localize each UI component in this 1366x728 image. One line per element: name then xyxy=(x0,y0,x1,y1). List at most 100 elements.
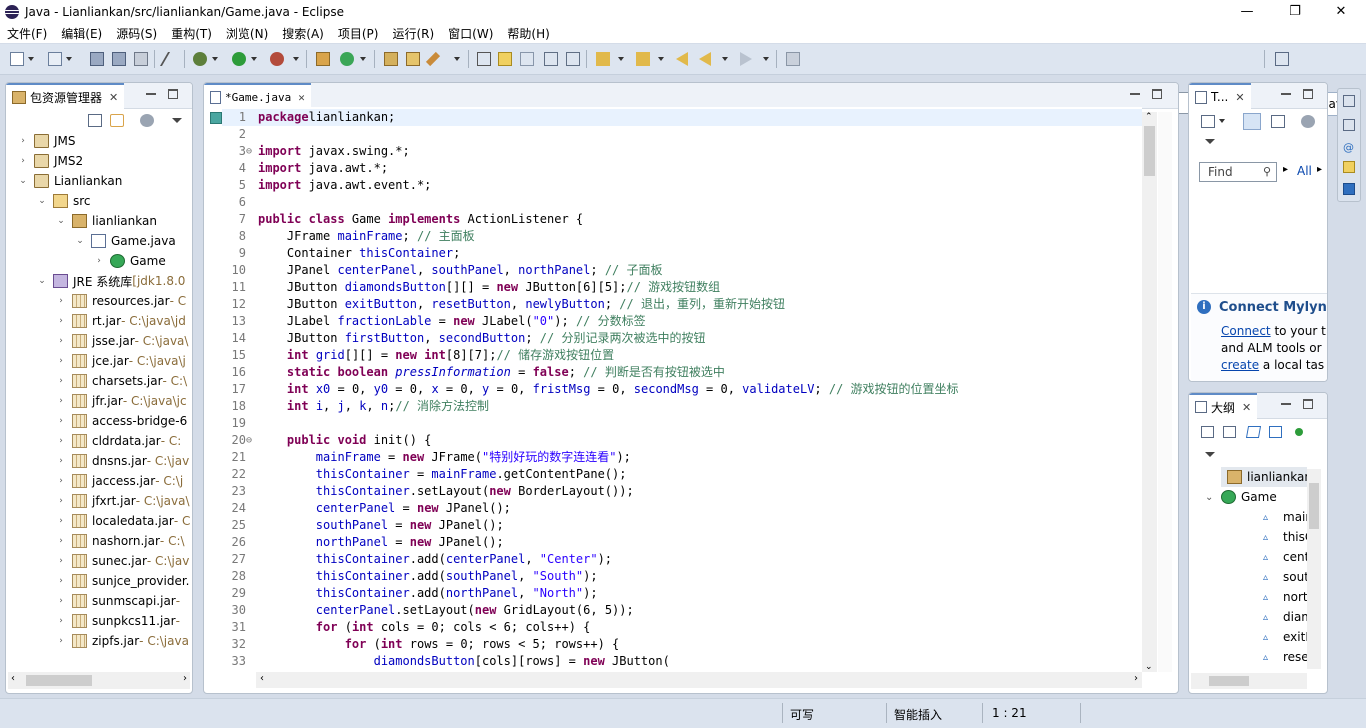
expand-arrow-icon[interactable]: › xyxy=(56,496,66,506)
create-link[interactable]: create xyxy=(1221,358,1259,372)
expand-arrow-icon[interactable]: › xyxy=(56,456,66,466)
expand-arrow-icon[interactable]: › xyxy=(56,616,66,626)
new-java-icon[interactable] xyxy=(48,52,62,66)
show-whitespace-icon[interactable] xyxy=(544,52,558,66)
tree-item[interactable]: ⌄ Game.java xyxy=(6,231,176,251)
expand-arrow-icon[interactable]: › xyxy=(18,136,28,146)
expand-arrow-icon[interactable]: ⌄ xyxy=(1205,492,1217,503)
skip-breakpoints-icon[interactable] xyxy=(159,52,183,66)
editor-vscrollbar[interactable]: ⌃ ⌄ xyxy=(1142,112,1157,672)
maximize-icon[interactable] xyxy=(1152,89,1162,99)
tree-item[interactable]: › sunmscapi.jar - xyxy=(6,591,180,611)
menu-project[interactable]: 项目(P) xyxy=(331,25,386,42)
explorer-hscrollbar[interactable]: ‹ › xyxy=(8,672,190,689)
expand-arrow-icon[interactable]: › xyxy=(56,336,66,346)
minimize-icon[interactable] xyxy=(146,93,156,95)
expand-arrow-icon[interactable]: ⌄ xyxy=(37,276,47,286)
console-icon[interactable] xyxy=(1343,183,1355,195)
expand-arrow-icon[interactable]: › xyxy=(56,296,66,306)
view-menu-icon[interactable] xyxy=(172,118,182,123)
tree-item[interactable]: ⌄ lianliankan xyxy=(6,211,157,231)
expand-arrow-icon[interactable]: › xyxy=(56,436,66,446)
expand-arrow-icon[interactable]: › xyxy=(94,256,104,266)
tree-item[interactable]: › Game xyxy=(6,251,166,271)
next-edit-icon[interactable] xyxy=(596,52,610,66)
menu-navigate[interactable]: 浏览(N) xyxy=(219,25,275,42)
close-icon[interactable]: ✕ xyxy=(298,91,305,104)
tree-item[interactable]: › sunec.jar - C:\jav xyxy=(6,551,189,571)
outline-item[interactable]: ▵ main xyxy=(1189,507,1307,527)
tree-item[interactable]: › sunpkcs11.jar - xyxy=(6,611,180,631)
collapse-all-icon[interactable] xyxy=(1201,426,1214,438)
tree-item[interactable]: › rt.jar - C:\java\jd xyxy=(6,311,186,331)
tab-outline[interactable]: 大纲 ✕ xyxy=(1189,393,1258,419)
expand-arrow-icon[interactable]: › xyxy=(18,156,28,166)
expand-arrow-icon[interactable]: › xyxy=(56,516,66,526)
forward-icon[interactable] xyxy=(740,52,752,66)
tree-item[interactable]: › charsets.jar - C:\ xyxy=(6,371,187,391)
expand-arrow-icon[interactable]: ⌄ xyxy=(75,236,85,246)
mark-occurrences-icon[interactable] xyxy=(498,52,512,66)
outline-item[interactable]: ▵ diam xyxy=(1189,607,1307,627)
tree-item[interactable]: › jce.jar - C:\java\j xyxy=(6,351,186,371)
last-edit-icon[interactable] xyxy=(676,52,688,66)
paragraph-icon[interactable] xyxy=(566,52,580,66)
restore-button[interactable]: ❐ xyxy=(1272,0,1318,23)
tab-game-java[interactable]: *Game.java ✕ xyxy=(204,83,311,109)
javadoc-icon[interactable] xyxy=(1343,119,1355,131)
expand-arrow-icon[interactable]: › xyxy=(56,536,66,546)
tree-item[interactable]: › jfxrt.jar - C:\java\ xyxy=(6,491,190,511)
scroll-thumb[interactable] xyxy=(1209,676,1249,686)
expand-arrow-icon[interactable]: › xyxy=(56,376,66,386)
menu-help[interactable]: 帮助(H) xyxy=(500,25,556,42)
tree-item[interactable]: › nashorn.jar - C:\ xyxy=(6,531,185,551)
new-package-icon[interactable] xyxy=(316,52,330,66)
outline-item[interactable]: ▵ reset xyxy=(1189,647,1307,667)
find-input[interactable]: Find ⚲ xyxy=(1199,162,1277,182)
maximize-icon[interactable] xyxy=(1303,399,1313,409)
tree-item[interactable]: › cldrdata.jar - C: xyxy=(6,431,181,451)
open-task-icon[interactable] xyxy=(406,52,420,66)
outline-item[interactable]: ▵ thisC xyxy=(1189,527,1307,547)
tree-item[interactable]: › zipfs.jar - C:\java xyxy=(6,631,189,651)
expand-arrow-icon[interactable]: ⌄ xyxy=(18,176,28,186)
print-icon[interactable] xyxy=(134,52,148,66)
expand-arrow-icon[interactable]: › xyxy=(56,636,66,646)
all-filter-link[interactable]: All xyxy=(1297,164,1312,178)
hide-fields-icon[interactable] xyxy=(1245,426,1262,438)
back-icon[interactable] xyxy=(699,52,711,66)
minimize-icon[interactable] xyxy=(1130,93,1140,95)
tab-package-explorer[interactable]: 包资源管理器 ✕ xyxy=(6,83,125,109)
menu-edit[interactable]: 编辑(E) xyxy=(54,25,109,42)
expand-arrow-icon[interactable]: › xyxy=(56,576,66,586)
outline-item[interactable]: ▵ exitB xyxy=(1189,627,1307,647)
maximize-icon[interactable] xyxy=(1303,89,1313,99)
expand-arrow-icon[interactable]: › xyxy=(56,396,66,406)
editor-hscrollbar[interactable]: ‹ › xyxy=(256,672,1142,688)
open-perspective-icon[interactable] xyxy=(1275,52,1289,66)
close-icon[interactable]: ✕ xyxy=(109,91,118,104)
expand-arrow-icon[interactable]: › xyxy=(56,316,66,326)
menu-source[interactable]: 源码(S) xyxy=(109,25,164,42)
tree-item[interactable]: › resources.jar - C xyxy=(6,291,186,311)
outline-item[interactable]: ▵ north xyxy=(1189,587,1307,607)
expand-arrow-icon[interactable]: › xyxy=(56,416,66,426)
hide-static-icon[interactable] xyxy=(1269,426,1282,438)
save-all-icon[interactable] xyxy=(112,52,126,66)
close-icon[interactable]: ✕ xyxy=(1235,91,1244,104)
save-icon[interactable] xyxy=(90,52,104,66)
view-menu-icon[interactable] xyxy=(1205,139,1215,144)
expand-arrow-icon[interactable]: › xyxy=(56,596,66,606)
close-button[interactable]: ✕ xyxy=(1318,0,1364,23)
run-icon[interactable] xyxy=(232,52,246,66)
outline-hscrollbar[interactable] xyxy=(1191,673,1307,689)
tree-item[interactable]: ⌄ Lianliankan xyxy=(6,171,122,191)
fold-icon[interactable]: ⊖ xyxy=(246,432,252,449)
open-type-icon[interactable] xyxy=(384,52,398,66)
scroll-thumb[interactable] xyxy=(1309,483,1319,529)
tree-item[interactable]: › jsse.jar - C:\java\ xyxy=(6,331,188,351)
tree-item[interactable]: › localedata.jar - C xyxy=(6,511,190,531)
tree-item[interactable]: ⌄ JRE 系统库 [jdk1.8.0 xyxy=(6,271,185,291)
connect-link[interactable]: Connect xyxy=(1221,324,1271,338)
new-task-icon[interactable] xyxy=(1201,115,1215,128)
